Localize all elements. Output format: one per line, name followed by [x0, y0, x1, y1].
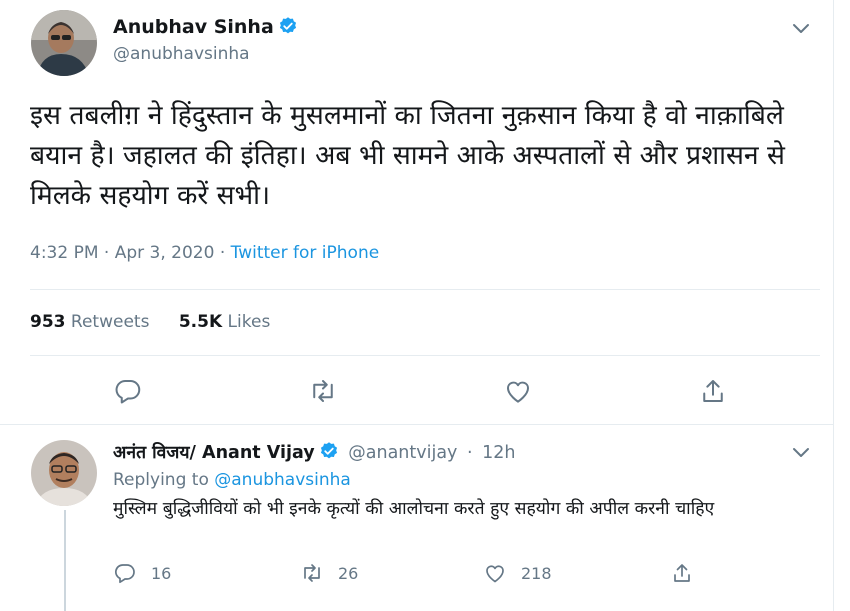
- tweet-stats: 953 Retweets 5.5K Likes: [30, 312, 270, 332]
- author-handle[interactable]: @anubhavsinha: [113, 44, 250, 64]
- reply-author-name[interactable]: अनंत विजय/ Anant Vijay: [113, 443, 315, 463]
- replying-prefix: Replying to: [113, 470, 209, 490]
- reply-tweet[interactable]: अनंत विजय/ Anant Vijay @anantvijay · 12h…: [0, 428, 834, 611]
- reply-time[interactable]: 12h: [482, 443, 515, 463]
- divider: [30, 355, 820, 356]
- reply-icon: [114, 564, 135, 584]
- tweet-date[interactable]: Apr 3, 2020: [115, 243, 215, 263]
- meta-separator: ·: [219, 243, 226, 263]
- reply-like-button[interactable]: 218: [483, 561, 552, 585]
- retweet-count: 26: [338, 563, 359, 583]
- divider: [0, 424, 834, 425]
- reply-count: 16: [151, 563, 172, 583]
- like-count: 218: [521, 563, 552, 583]
- reply-reply-button[interactable]: 16: [113, 561, 171, 585]
- reply-actions: 16 26 218: [0, 561, 834, 591]
- reply-retweet-button[interactable]: 26: [300, 561, 358, 585]
- reply-header: अनंत विजय/ Anant Vijay @anantvijay · 12h: [113, 440, 516, 466]
- reply-author-avatar[interactable]: [31, 440, 97, 506]
- meta-separator: ·: [103, 243, 110, 263]
- tweet-meta: 4:32 PM · Apr 3, 2020 · Twitter for iPho…: [30, 243, 379, 263]
- retweet-icon[interactable]: [308, 376, 338, 406]
- likes-count: 5.5K: [178, 312, 223, 332]
- chevron-down-icon[interactable]: [790, 17, 812, 39]
- like-icon: [486, 565, 504, 583]
- divider: [30, 289, 820, 290]
- chevron-down-icon[interactable]: [790, 441, 812, 463]
- retweets-count: 953: [30, 312, 66, 332]
- reply-icon[interactable]: [113, 376, 143, 406]
- retweets-stat[interactable]: 953 Retweets: [30, 312, 149, 332]
- reply-share-button[interactable]: [670, 561, 708, 585]
- like-icon[interactable]: [503, 376, 533, 406]
- tweet-time[interactable]: 4:32 PM: [30, 243, 99, 263]
- tweet-panel: Anubhav Sinha @anubhavsinha इस तबलीग़ ने…: [0, 0, 834, 611]
- reply-author-handle[interactable]: @anantvijay: [348, 443, 457, 463]
- author-name[interactable]: Anubhav Sinha: [113, 16, 298, 41]
- share-icon[interactable]: [698, 376, 728, 406]
- likes-stat[interactable]: 5.5K Likes: [179, 312, 270, 332]
- retweets-label: Retweets: [70, 312, 150, 332]
- replying-mention-link[interactable]: @anubhavsinha: [214, 470, 351, 490]
- reply-separator: ·: [466, 443, 473, 463]
- share-icon: [674, 564, 690, 582]
- replying-to: Replying to @anubhavsinha: [113, 470, 351, 490]
- retweet-icon: [304, 564, 320, 582]
- likes-label: Likes: [227, 312, 271, 332]
- tweet-source-link[interactable]: Twitter for iPhone: [231, 243, 380, 263]
- verified-badge-icon: [278, 16, 298, 41]
- tweet-text: इस तबलीग़ ने हिंदुस्तान के मुसलमानों का …: [30, 100, 785, 211]
- reply-text: मुस्लिम बुद्धिजीवियों को भी इनके कृत्यों…: [113, 499, 715, 519]
- tweet-actions: [0, 376, 834, 408]
- author-avatar[interactable]: [31, 10, 97, 76]
- verified-badge-icon: [319, 441, 339, 466]
